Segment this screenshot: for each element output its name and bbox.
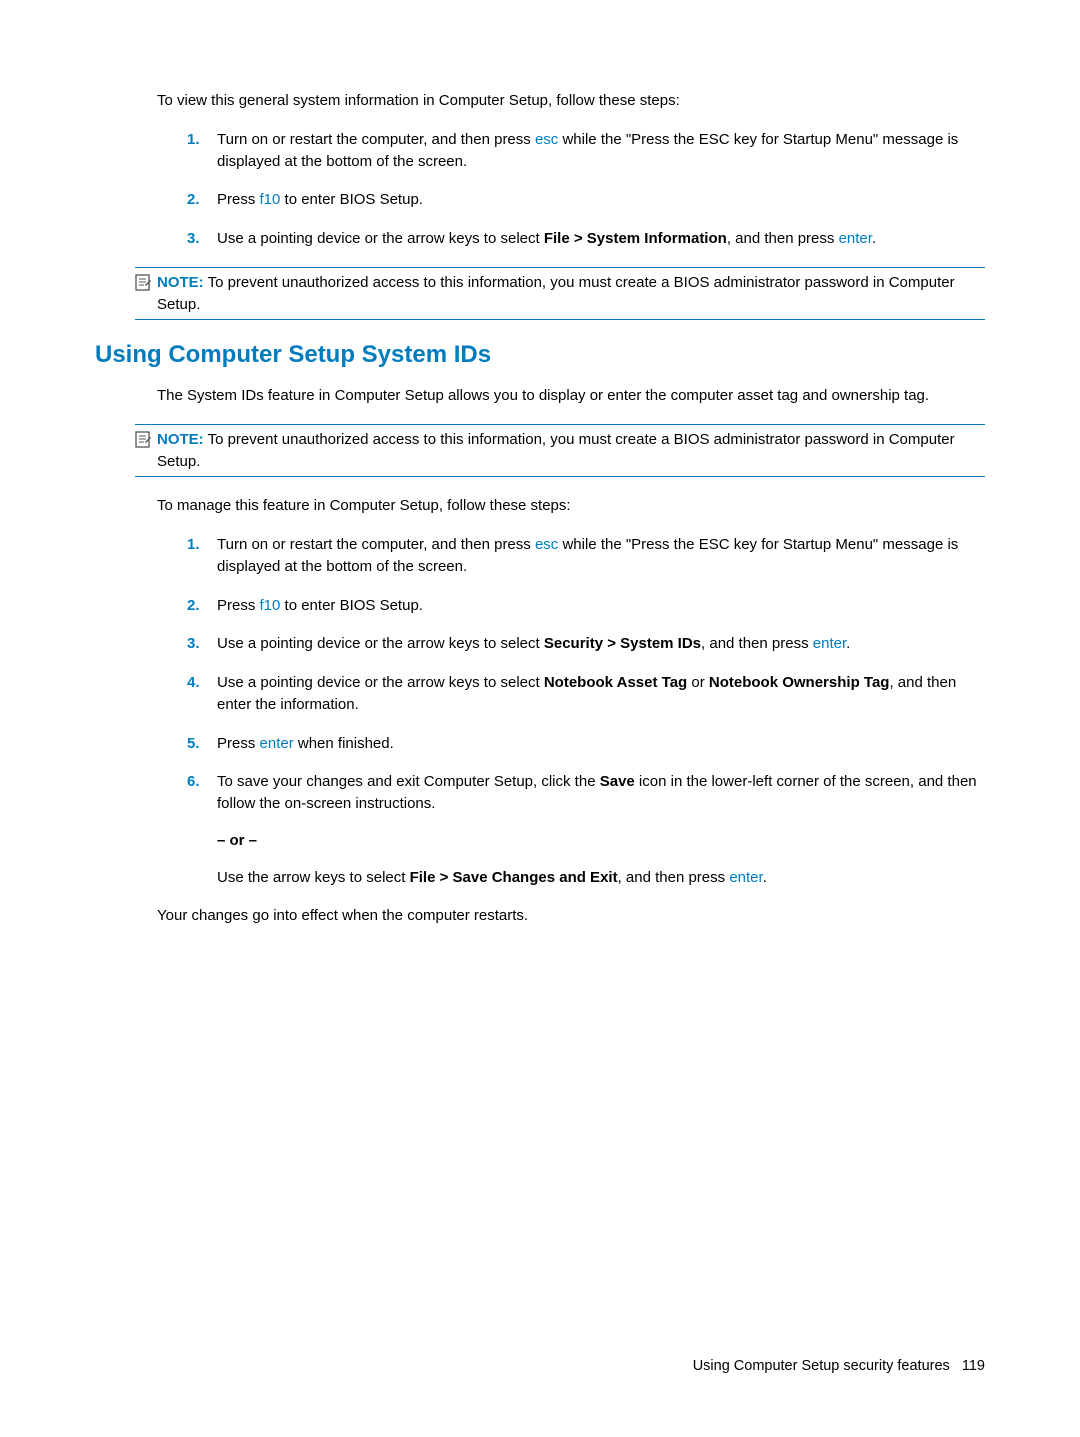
note-text: NOTE: To prevent unauthorized access to … <box>157 272 985 316</box>
list-number: 2. <box>187 189 217 211</box>
key-esc: esc <box>535 131 558 148</box>
alt-step: Use the arrow keys to select File > Save… <box>217 867 985 889</box>
outro-paragraph: Your changes go into effect when the com… <box>157 905 985 927</box>
section-heading: Using Computer Setup System IDs <box>95 338 985 373</box>
note-text: NOTE: To prevent unauthorized access to … <box>157 429 985 473</box>
document-page: To view this general system information … <box>0 0 1080 1437</box>
key-enter: enter <box>729 869 762 886</box>
key-enter: enter <box>839 230 872 247</box>
list-body: Use a pointing device or the arrow keys … <box>217 672 985 716</box>
list-number: 5. <box>187 733 217 755</box>
list-item: 1. Turn on or restart the computer, and … <box>187 129 985 173</box>
intro-paragraph: The System IDs feature in Computer Setup… <box>157 385 985 407</box>
list-item: 4. Use a pointing device or the arrow ke… <box>187 672 985 716</box>
key-enter: enter <box>260 735 294 752</box>
list-body: Press enter when finished. <box>217 733 985 755</box>
list-body: Press f10 to enter BIOS Setup. <box>217 189 985 211</box>
list-item: 2. Press f10 to enter BIOS Setup. <box>187 595 985 617</box>
section-view-system-info: To view this general system information … <box>157 90 985 250</box>
list-body: Turn on or restart the computer, and the… <box>217 534 985 578</box>
list-item: 5. Press enter when finished. <box>187 733 985 755</box>
list-item: 3. Use a pointing device or the arrow ke… <box>187 633 985 655</box>
list-number: 3. <box>187 228 217 250</box>
section-system-ids: The System IDs feature in Computer Setup… <box>157 385 985 407</box>
page-footer: Using Computer Setup security features 1… <box>693 1356 985 1377</box>
list-item: 6. To save your changes and exit Compute… <box>187 771 985 888</box>
note-icon <box>135 429 157 449</box>
list-number: 2. <box>187 595 217 617</box>
list-number: 4. <box>187 672 217 716</box>
list-number: 1. <box>187 129 217 173</box>
list-number: 1. <box>187 534 217 578</box>
list-body: Use a pointing device or the arrow keys … <box>217 228 985 250</box>
list-item: 3. Use a pointing device or the arrow ke… <box>187 228 985 250</box>
intro-paragraph: To manage this feature in Computer Setup… <box>157 495 985 517</box>
list-number: 3. <box>187 633 217 655</box>
intro-paragraph: To view this general system information … <box>157 90 985 112</box>
list-item: 2. Press f10 to enter BIOS Setup. <box>187 189 985 211</box>
key-f10: f10 <box>260 597 281 614</box>
key-esc: esc <box>535 536 558 553</box>
key-f10: f10 <box>260 191 281 208</box>
note-callout: NOTE: To prevent unauthorized access to … <box>135 424 985 478</box>
list-body: Use a pointing device or the arrow keys … <box>217 633 985 655</box>
list-body: To save your changes and exit Computer S… <box>217 771 985 888</box>
note-icon <box>135 272 157 292</box>
section-system-ids-steps: To manage this feature in Computer Setup… <box>157 495 985 927</box>
key-enter: enter <box>813 635 846 652</box>
or-separator: – or – <box>217 830 985 852</box>
list-body: Press f10 to enter BIOS Setup. <box>217 595 985 617</box>
list-item: 1. Turn on or restart the computer, and … <box>187 534 985 578</box>
list-number: 6. <box>187 771 217 888</box>
note-callout: NOTE: To prevent unauthorized access to … <box>135 267 985 321</box>
list-body: Turn on or restart the computer, and the… <box>217 129 985 173</box>
